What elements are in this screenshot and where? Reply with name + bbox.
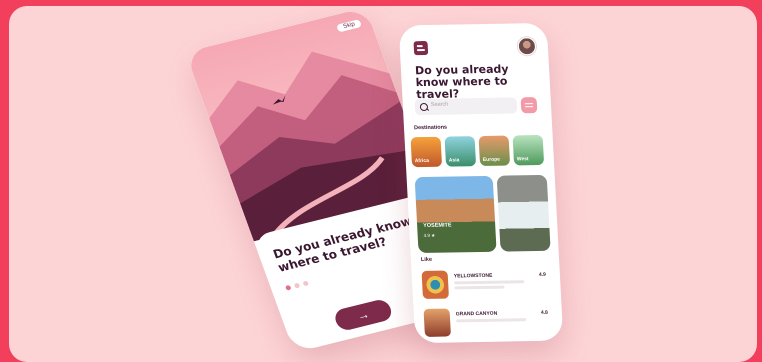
destination-label: Europe — [482, 156, 501, 163]
destination-label: Africa — [414, 157, 430, 165]
destination-africa[interactable]: Africa — [410, 136, 443, 168]
page-dot — [302, 280, 310, 287]
destination-europe[interactable]: Europe — [478, 135, 511, 167]
search-placeholder: Search — [430, 101, 449, 108]
arrow-right-icon: → — [355, 306, 372, 324]
search-icon — [419, 102, 429, 112]
destination-asia[interactable]: Asia — [444, 136, 477, 167]
list-item-desc — [456, 318, 527, 323]
avatar[interactable] — [517, 37, 537, 56]
list-item-name: YELLOWSTONE — [453, 272, 493, 280]
list-item-rating: 4.9 — [538, 271, 547, 278]
next-button[interactable]: → — [332, 297, 395, 333]
destination-west[interactable]: West — [512, 134, 545, 166]
search-input[interactable]: Search — [414, 97, 518, 116]
list-thumb — [421, 270, 450, 299]
home-phone: Do you already know where to travel? Sea… — [398, 22, 564, 344]
list-item-grand-canyon[interactable]: GRAND CANYON 4.8 — [421, 304, 556, 339]
filter-button[interactable] — [520, 97, 538, 114]
page-dot-active — [284, 284, 292, 291]
featured-name: YOSEMITE — [423, 222, 452, 229]
featured-card-yosemite[interactable]: YOSEMITE 4.9 ★ — [414, 175, 497, 254]
list-item-yellowstone[interactable]: YELLOWSTONE 4.9 — [419, 266, 554, 301]
destination-label: West — [516, 156, 529, 163]
list-label: Like — [420, 256, 433, 264]
list-thumb — [423, 308, 451, 337]
list-item-rating: 4.8 — [540, 309, 549, 316]
destinations-label: Destinations — [413, 124, 448, 132]
destination-label: Asia — [448, 157, 460, 164]
list-item-name: GRAND CANYON — [455, 310, 498, 318]
list-item-desc — [454, 285, 505, 290]
destinations-list: Africa Asia Europe West — [410, 134, 545, 168]
menu-icon[interactable] — [413, 40, 429, 56]
list-item-desc — [454, 280, 525, 285]
page-dot — [293, 282, 301, 289]
featured-rating: 4.9 ★ — [423, 232, 436, 238]
showcase-card: Skip Do you already know where to travel… — [9, 6, 757, 362]
page-indicator — [284, 280, 310, 291]
featured-card-waterfall[interactable] — [496, 174, 551, 252]
home-title: Do you already know where to travel? — [414, 62, 509, 102]
